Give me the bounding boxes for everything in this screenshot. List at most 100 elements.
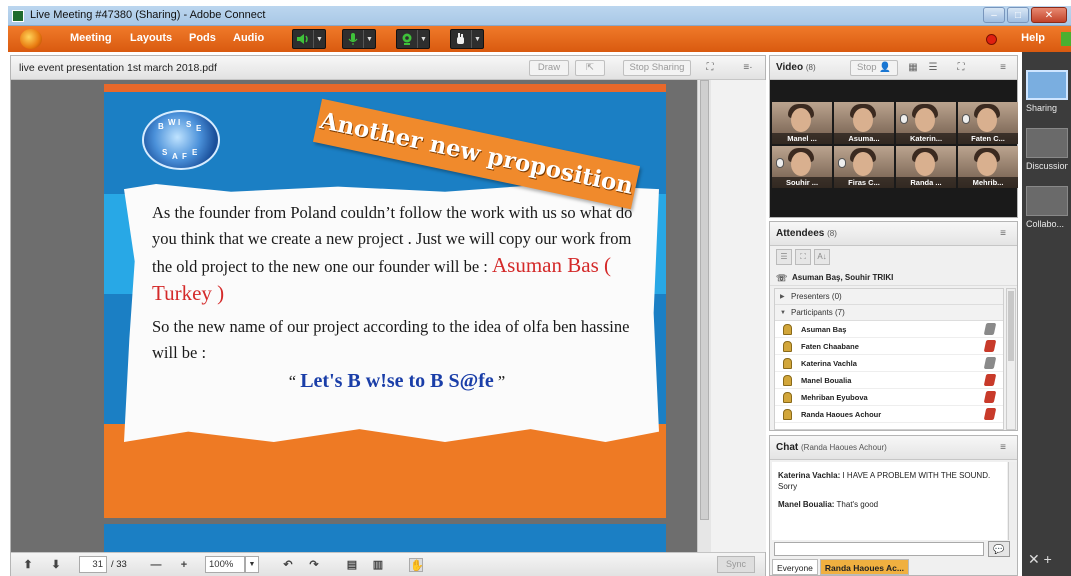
video-tile[interactable]: Faten C... <box>958 102 1018 144</box>
list-item[interactable]: Manel Boualia <box>775 372 1003 389</box>
stop-sharing-button[interactable]: Stop Sharing <box>623 60 691 76</box>
video-tile[interactable]: Randa ... <box>896 146 956 188</box>
zoom-in-icon[interactable]: + <box>177 558 191 572</box>
fit-page-icon[interactable]: ▥ <box>371 558 385 572</box>
chevron-down-icon[interactable]: ▼ <box>417 30 429 48</box>
video-tile[interactable]: Mehrib... <box>958 146 1018 188</box>
undo-icon[interactable]: ↶ <box>281 558 295 572</box>
stop-video-button[interactable]: Stop 👤 <box>850 60 898 76</box>
pod-menu-icon[interactable]: ≡ <box>994 60 1012 76</box>
recording-indicator-icon[interactable] <box>986 34 997 45</box>
send-message-button[interactable]: 💬 <box>988 541 1010 557</box>
menu-meeting[interactable]: Meeting <box>70 32 112 44</box>
menu-layouts[interactable]: Layouts <box>130 32 172 44</box>
document-scrollbar[interactable] <box>697 80 711 552</box>
window-title: Live Meeting #47380 (Sharing) - Adobe Co… <box>30 9 266 21</box>
video-tile[interactable]: Manel ... <box>772 102 832 144</box>
user-icon: 👤 <box>879 62 892 73</box>
status-view-icon[interactable]: ⛶ <box>795 249 811 265</box>
chat-scrollbar[interactable] <box>1008 462 1017 540</box>
list-item[interactable]: Asuman Baş <box>775 321 1003 338</box>
chat-message: Katerina Vachla: I HAVE A PROBLEM WITH T… <box>778 471 991 491</box>
video-tile[interactable]: Souhir ... <box>772 146 832 188</box>
webcam-control[interactable]: ▼ <box>396 29 430 49</box>
speaker-control[interactable]: ▼ <box>292 29 326 49</box>
filmstrip-view-icon[interactable]: ☰ <box>924 60 942 76</box>
phone-icon: ☏ <box>776 273 788 283</box>
chat-input[interactable] <box>774 542 984 556</box>
video-tile[interactable]: Katerin... <box>896 102 956 144</box>
fullscreen-icon[interactable]: ⛶ <box>701 60 719 76</box>
list-item[interactable]: Mehriban Eyubova <box>775 389 1003 406</box>
video-count: (8) <box>805 63 816 72</box>
audio-status-icon <box>983 340 997 352</box>
host-row[interactable]: ☏ Asuman Baş, Souhir TRIKI <box>770 270 1017 286</box>
layout-discussion[interactable]: Discussion <box>1026 128 1068 171</box>
layout-sharing[interactable]: Sharing <box>1026 70 1068 113</box>
raise-hand-icon <box>451 30 471 48</box>
minimize-button[interactable]: – <box>983 7 1005 23</box>
first-page-icon[interactable]: ⬆ <box>21 558 35 572</box>
list-view-icon[interactable]: ☰ <box>776 249 792 265</box>
presenters-group[interactable]: ▶ Presenters (0) <box>775 289 1003 305</box>
attendee-view-tools: ☰ ⛶ A↓ <box>776 249 830 265</box>
zoom-out-icon[interactable]: — <box>149 558 163 572</box>
redo-icon[interactable]: ↷ <box>307 558 321 572</box>
maximize-button[interactable]: □ <box>1007 7 1029 23</box>
zoom-select[interactable]: 100% <box>205 556 245 573</box>
chevron-down-icon[interactable]: ▼ <box>363 30 375 48</box>
share-pod-title: live event presentation 1st march 2018.p… <box>19 62 217 74</box>
status-control[interactable]: ▼ <box>450 29 484 49</box>
video-pod-title: Video <box>776 62 804 73</box>
close-button[interactable]: ✕ <box>1031 7 1067 23</box>
pointer-tool-button[interactable]: ⇱ <box>575 60 605 76</box>
audio-status-icon <box>983 408 997 420</box>
hand-tool-icon[interactable]: ✋ <box>409 558 424 572</box>
chevron-right-icon: ▶ <box>780 294 785 300</box>
fit-width-icon[interactable]: ▤ <box>345 558 359 572</box>
tab-private-chat[interactable]: Randa Haoues Ac... <box>819 559 909 575</box>
list-item[interactable]: Faten Chaabane <box>775 338 1003 355</box>
next-page-icon[interactable]: ⬇ <box>49 558 63 572</box>
chevron-down-icon[interactable]: ▼ <box>245 556 259 573</box>
video-tile[interactable]: Asuma... <box>834 102 894 144</box>
close-layouts-icon[interactable]: ✕ + <box>1028 551 1052 568</box>
tab-everyone[interactable]: Everyone <box>772 559 818 575</box>
chat-pod: Chat (Randa Haoues Achour) ≡ Katerina Va… <box>769 435 1018 576</box>
chevron-down-icon[interactable]: ▼ <box>313 30 325 48</box>
draw-button[interactable]: Draw <box>529 60 569 76</box>
sort-icon[interactable]: A↓ <box>814 249 830 265</box>
adobe-connect-logo-icon[interactable] <box>20 29 42 49</box>
layout-thumbnail <box>1026 128 1068 158</box>
menu-help[interactable]: Help <box>1021 32 1045 44</box>
document-viewport[interactable]: B W I S E S A F E As the founder from Po… <box>11 80 697 552</box>
microphone-icon <box>838 158 846 168</box>
window-controls: – □ ✕ <box>983 7 1067 23</box>
layout-collaboration[interactable]: Collabo... <box>1026 186 1068 229</box>
fullscreen-icon[interactable]: ⛶ <box>952 60 970 76</box>
list-item[interactable]: Randa Haoues Achour <box>775 406 1003 423</box>
grid-view-icon[interactable]: ▦ <box>904 60 922 76</box>
chat-tabs: Everyone Randa Haoues Ac... <box>770 559 1017 575</box>
pod-menu-icon[interactable]: ≡· <box>739 60 757 76</box>
scrollbar-thumb[interactable] <box>700 80 709 520</box>
slide-bottom-band <box>104 424 666 518</box>
user-icon <box>783 341 792 352</box>
pod-menu-icon[interactable]: ≡ <box>994 226 1012 242</box>
scrollbar-thumb[interactable] <box>1008 291 1014 361</box>
video-tile[interactable]: Firas C... <box>834 146 894 188</box>
menu-audio[interactable]: Audio <box>233 32 264 44</box>
microphone-control[interactable]: ▼ <box>342 29 376 49</box>
chevron-down-icon: ▼ <box>780 310 786 316</box>
chevron-down-icon[interactable]: ▼ <box>471 30 483 48</box>
pod-menu-icon[interactable]: ≡ <box>994 440 1012 456</box>
list-item[interactable]: Katerina Vachla <box>775 355 1003 372</box>
sync-button[interactable]: Sync <box>717 556 755 573</box>
layouts-bar: Sharing Discussion Collabo... ✕ + <box>1022 52 1071 576</box>
page-number-input[interactable]: 31 <box>79 556 107 573</box>
adobe-connect-app-icon <box>12 10 24 22</box>
participants-group[interactable]: ▼ Participants (7) <box>775 305 1003 321</box>
webcam-icon <box>397 30 417 48</box>
attendee-scrollbar[interactable] <box>1006 288 1016 430</box>
menu-pods[interactable]: Pods <box>189 32 216 44</box>
